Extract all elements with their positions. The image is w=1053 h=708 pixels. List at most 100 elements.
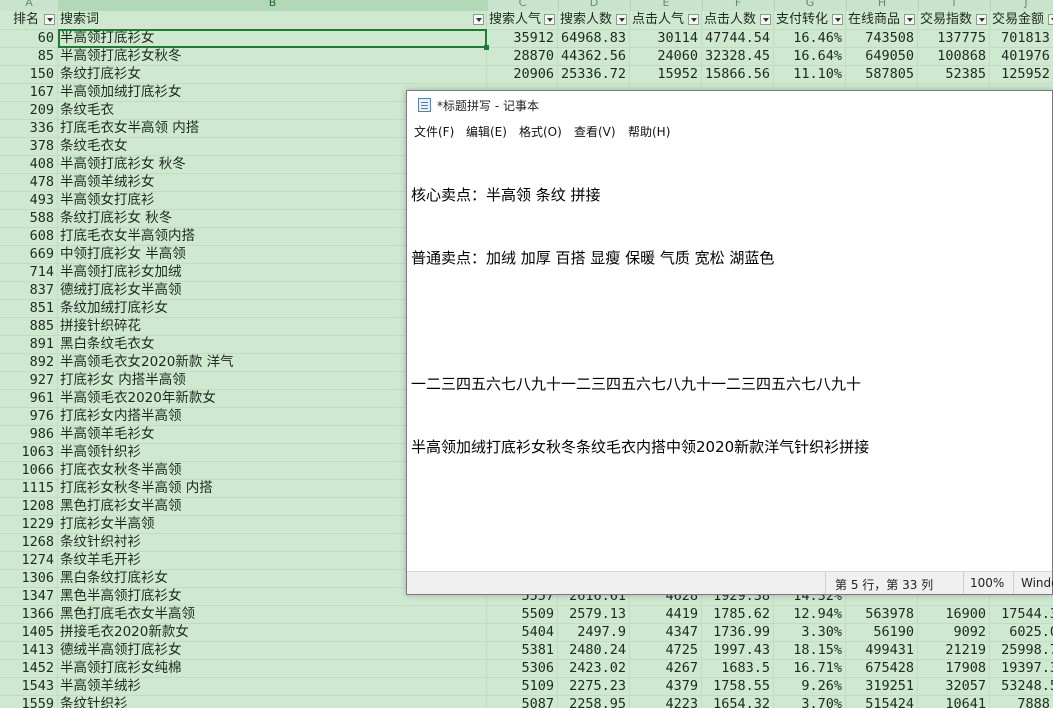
filter-dropdown-icon[interactable]: [1048, 14, 1053, 25]
header-cell[interactable]: 搜索词: [58, 11, 487, 29]
menu-format[interactable]: 格式(O): [519, 123, 562, 140]
header-cell[interactable]: 交易指数: [918, 11, 990, 29]
header-cell[interactable]: 支付转化: [774, 11, 846, 29]
header-cell[interactable]: 排名: [0, 11, 58, 29]
rank-cell[interactable]: 408: [0, 155, 58, 173]
value-cell[interactable]: 25998.7: [990, 641, 1053, 659]
rank-cell[interactable]: 892: [0, 353, 58, 371]
filter-dropdown-icon[interactable]: [976, 14, 987, 25]
header-cell[interactable]: 交易金额: [990, 11, 1053, 29]
value-cell[interactable]: 28870: [487, 47, 558, 65]
rank-cell[interactable]: 478: [0, 173, 58, 191]
keyword-cell[interactable]: 黑色打底毛衣女半高领: [58, 605, 487, 623]
rank-cell[interactable]: 209: [0, 101, 58, 119]
rank-cell[interactable]: 1559: [0, 695, 58, 708]
value-cell[interactable]: 1758.55: [702, 677, 774, 695]
value-cell[interactable]: 1736.99: [702, 623, 774, 641]
value-cell[interactable]: 35912: [487, 29, 558, 47]
menu-view[interactable]: 查看(V): [574, 123, 616, 140]
value-cell[interactable]: 401976.: [990, 47, 1053, 65]
value-cell[interactable]: 18.15%: [774, 641, 846, 659]
value-cell[interactable]: 499431: [846, 641, 918, 659]
value-cell[interactable]: 32057: [918, 677, 990, 695]
value-cell[interactable]: 1785.62: [702, 605, 774, 623]
rank-cell[interactable]: 493: [0, 191, 58, 209]
value-cell[interactable]: 2275.23: [558, 677, 630, 695]
value-cell[interactable]: 5404: [487, 623, 558, 641]
value-cell[interactable]: 53248.5: [990, 677, 1053, 695]
value-cell[interactable]: 743508: [846, 29, 918, 47]
value-cell[interactable]: 25336.72: [558, 65, 630, 83]
rank-cell[interactable]: 927: [0, 371, 58, 389]
value-cell[interactable]: 10641: [918, 695, 990, 708]
rank-cell[interactable]: 714: [0, 263, 58, 281]
rank-cell[interactable]: 669: [0, 245, 58, 263]
value-cell[interactable]: 15952: [630, 65, 702, 83]
rank-cell[interactable]: 837: [0, 281, 58, 299]
header-cell[interactable]: 搜索人数: [558, 11, 630, 29]
keyword-cell[interactable]: 条纹打底衫女: [58, 65, 487, 83]
rank-cell[interactable]: 167: [0, 83, 58, 101]
value-cell[interactable]: 701813.: [990, 29, 1053, 47]
rank-cell[interactable]: 1268: [0, 533, 58, 551]
value-cell[interactable]: 2480.24: [558, 641, 630, 659]
rank-cell[interactable]: 60: [0, 29, 58, 47]
rank-cell[interactable]: 378: [0, 137, 58, 155]
value-cell[interactable]: 16.71%: [774, 659, 846, 677]
value-cell[interactable]: 30114: [630, 29, 702, 47]
rank-cell[interactable]: 1066: [0, 461, 58, 479]
value-cell[interactable]: 9.26%: [774, 677, 846, 695]
filter-dropdown-icon[interactable]: [904, 14, 915, 25]
rank-cell[interactable]: 85: [0, 47, 58, 65]
column-letter-d[interactable]: D: [558, 0, 631, 11]
column-letter-f[interactable]: F: [702, 0, 775, 11]
rank-cell[interactable]: 891: [0, 335, 58, 353]
value-cell[interactable]: 56190: [846, 623, 918, 641]
value-cell[interactable]: 137775: [918, 29, 990, 47]
filter-dropdown-icon[interactable]: [44, 14, 55, 25]
keyword-cell[interactable]: 德绒半高领打底衫女: [58, 641, 487, 659]
rank-cell[interactable]: 1274: [0, 551, 58, 569]
value-cell[interactable]: 52385: [918, 65, 990, 83]
value-cell[interactable]: 9092: [918, 623, 990, 641]
column-letter-h[interactable]: H: [846, 0, 919, 11]
rank-cell[interactable]: 961: [0, 389, 58, 407]
value-cell[interactable]: 64968.83: [558, 29, 630, 47]
value-cell[interactable]: 44362.56: [558, 47, 630, 65]
value-cell[interactable]: 319251: [846, 677, 918, 695]
rank-cell[interactable]: 1229: [0, 515, 58, 533]
rank-cell[interactable]: 588: [0, 209, 58, 227]
value-cell[interactable]: 5509: [487, 605, 558, 623]
value-cell[interactable]: 125952.: [990, 65, 1053, 83]
value-cell[interactable]: 17544.3: [990, 605, 1053, 623]
value-cell[interactable]: 20906: [487, 65, 558, 83]
rank-cell[interactable]: 1405: [0, 623, 58, 641]
value-cell[interactable]: 1654.32: [702, 695, 774, 708]
keyword-cell[interactable]: 半高领打底衫女秋冬: [58, 47, 487, 65]
rank-cell[interactable]: 1347: [0, 587, 58, 605]
value-cell[interactable]: 24060: [630, 47, 702, 65]
rank-cell[interactable]: 1208: [0, 497, 58, 515]
rank-cell[interactable]: 1306: [0, 569, 58, 587]
column-letter-j[interactable]: J: [990, 0, 1053, 11]
rank-cell[interactable]: 150: [0, 65, 58, 83]
keyword-cell[interactable]: 拼接毛衣2020新款女: [58, 623, 487, 641]
value-cell[interactable]: 675428: [846, 659, 918, 677]
value-cell[interactable]: 17908: [918, 659, 990, 677]
rank-cell[interactable]: 976: [0, 407, 58, 425]
keyword-cell[interactable]: 半高领打底衫女纯棉: [58, 659, 487, 677]
value-cell[interactable]: 19397.3: [990, 659, 1053, 677]
value-cell[interactable]: 11.10%: [774, 65, 846, 83]
value-cell[interactable]: 5087: [487, 695, 558, 708]
value-cell[interactable]: 32328.45: [702, 47, 774, 65]
value-cell[interactable]: 47744.54: [702, 29, 774, 47]
value-cell[interactable]: 16900: [918, 605, 990, 623]
rank-cell[interactable]: 1366: [0, 605, 58, 623]
column-letter-b[interactable]: B: [58, 0, 488, 11]
column-letter-a[interactable]: A: [0, 0, 59, 11]
column-letter-g[interactable]: G: [774, 0, 847, 11]
value-cell[interactable]: 4347: [630, 623, 702, 641]
value-cell[interactable]: 4379: [630, 677, 702, 695]
keyword-cell[interactable]: 半高领羊绒衫: [58, 677, 487, 695]
value-cell[interactable]: 12.94%: [774, 605, 846, 623]
